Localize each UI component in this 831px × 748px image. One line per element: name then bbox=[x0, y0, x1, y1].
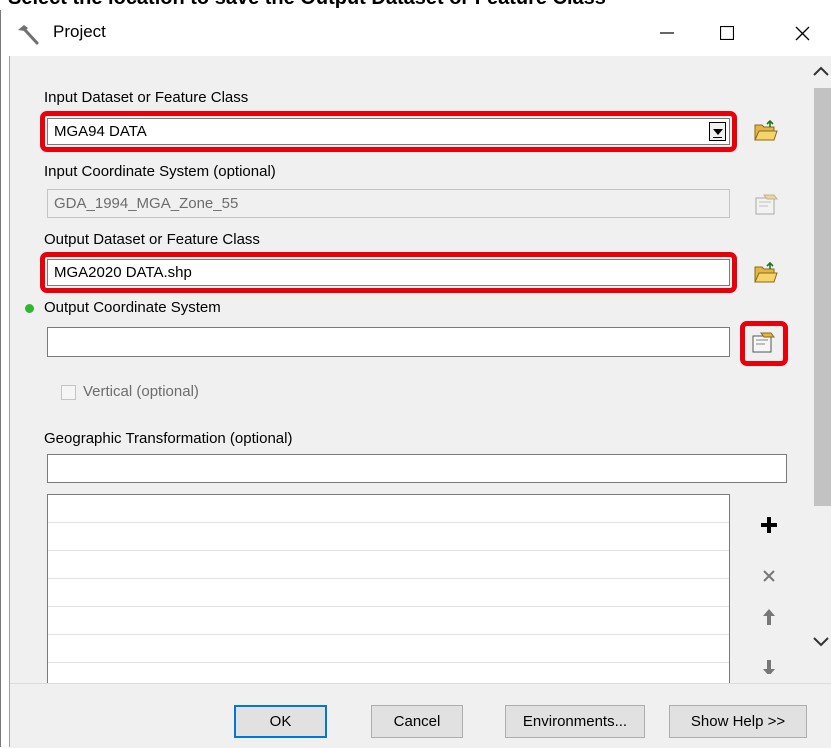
geo-transform-combobox[interactable] bbox=[47, 454, 787, 483]
output-cs-properties-button[interactable] bbox=[748, 328, 778, 358]
show-help-button[interactable]: Show Help >> bbox=[669, 705, 807, 738]
output-cs-field[interactable] bbox=[47, 327, 730, 357]
browse-input-button[interactable] bbox=[751, 116, 781, 146]
dialog-footer: OK Cancel Environments... Show Help >> bbox=[10, 683, 831, 748]
remove-row-button bbox=[754, 561, 784, 591]
input-cs-label: Input Coordinate System (optional) bbox=[44, 163, 276, 180]
move-down-button bbox=[754, 652, 784, 674]
spatial-reference-properties-icon bbox=[755, 194, 778, 215]
plus-icon bbox=[761, 517, 777, 533]
vertical-label: Vertical (optional) bbox=[83, 383, 199, 400]
dropdown-arrow-icon[interactable] bbox=[709, 122, 726, 141]
arrow-down-icon bbox=[763, 660, 775, 674]
output-dataset-field[interactable]: MGA2020 DATA.shp bbox=[47, 259, 730, 286]
output-dataset-label: Output Dataset or Feature Class bbox=[44, 231, 260, 248]
output-dataset-value: MGA2020 DATA.shp bbox=[54, 264, 192, 281]
input-dataset-combobox[interactable]: MGA94 DATA bbox=[47, 118, 730, 145]
add-row-button[interactable] bbox=[754, 510, 784, 540]
required-indicator-dot bbox=[23, 302, 36, 315]
input-dataset-value: MGA94 DATA bbox=[54, 123, 147, 140]
vertical-scrollbar[interactable] bbox=[810, 56, 831, 747]
minimize-button[interactable] bbox=[637, 10, 697, 56]
browse-output-button[interactable] bbox=[751, 258, 781, 288]
maximize-icon bbox=[720, 26, 734, 40]
close-button[interactable] bbox=[772, 10, 831, 56]
x-icon bbox=[763, 570, 775, 582]
input-dataset-label: Input Dataset or Feature Class bbox=[44, 89, 249, 106]
maximize-button[interactable] bbox=[697, 10, 757, 56]
output-cs-label: Output Coordinate System bbox=[44, 299, 221, 316]
window-title: Project bbox=[53, 22, 106, 41]
input-cs-value: GDA_1994_MGA_Zone_55 bbox=[54, 195, 239, 212]
environments-button[interactable]: Environments... bbox=[505, 705, 645, 738]
list-row[interactable] bbox=[48, 579, 729, 607]
arrow-up-icon bbox=[763, 609, 775, 625]
move-up-button bbox=[754, 602, 784, 632]
instruction-caption: Select the location to save the Output D… bbox=[8, 0, 606, 10]
cancel-button[interactable]: Cancel bbox=[371, 705, 463, 738]
scroll-up-icon[interactable] bbox=[811, 64, 831, 78]
scroll-down-icon[interactable] bbox=[811, 635, 831, 649]
open-folder-icon bbox=[754, 120, 778, 141]
list-row[interactable] bbox=[48, 523, 729, 551]
vertical-checkbox bbox=[61, 385, 76, 400]
hammer-icon bbox=[18, 25, 39, 45]
list-row[interactable] bbox=[48, 607, 729, 635]
list-row[interactable] bbox=[48, 495, 729, 523]
project-dialog: Project Input Dataset or Feature Class M… bbox=[0, 10, 831, 748]
list-row[interactable] bbox=[48, 551, 729, 579]
ok-button[interactable]: OK bbox=[234, 705, 327, 738]
input-cs-properties-button bbox=[751, 190, 781, 220]
scrollbar-thumb[interactable] bbox=[814, 88, 831, 506]
input-cs-field: GDA_1994_MGA_Zone_55 bbox=[47, 189, 730, 218]
open-folder-icon bbox=[754, 262, 778, 283]
title-bar: Project bbox=[1, 10, 831, 56]
geo-transform-label: Geographic Transformation (optional) bbox=[44, 430, 293, 447]
spatial-reference-properties-icon bbox=[752, 332, 775, 353]
minimize-icon bbox=[660, 32, 674, 34]
close-icon bbox=[795, 26, 809, 40]
list-row[interactable] bbox=[48, 635, 729, 663]
dialog-body: Input Dataset or Feature Class MGA94 DAT… bbox=[9, 56, 831, 748]
